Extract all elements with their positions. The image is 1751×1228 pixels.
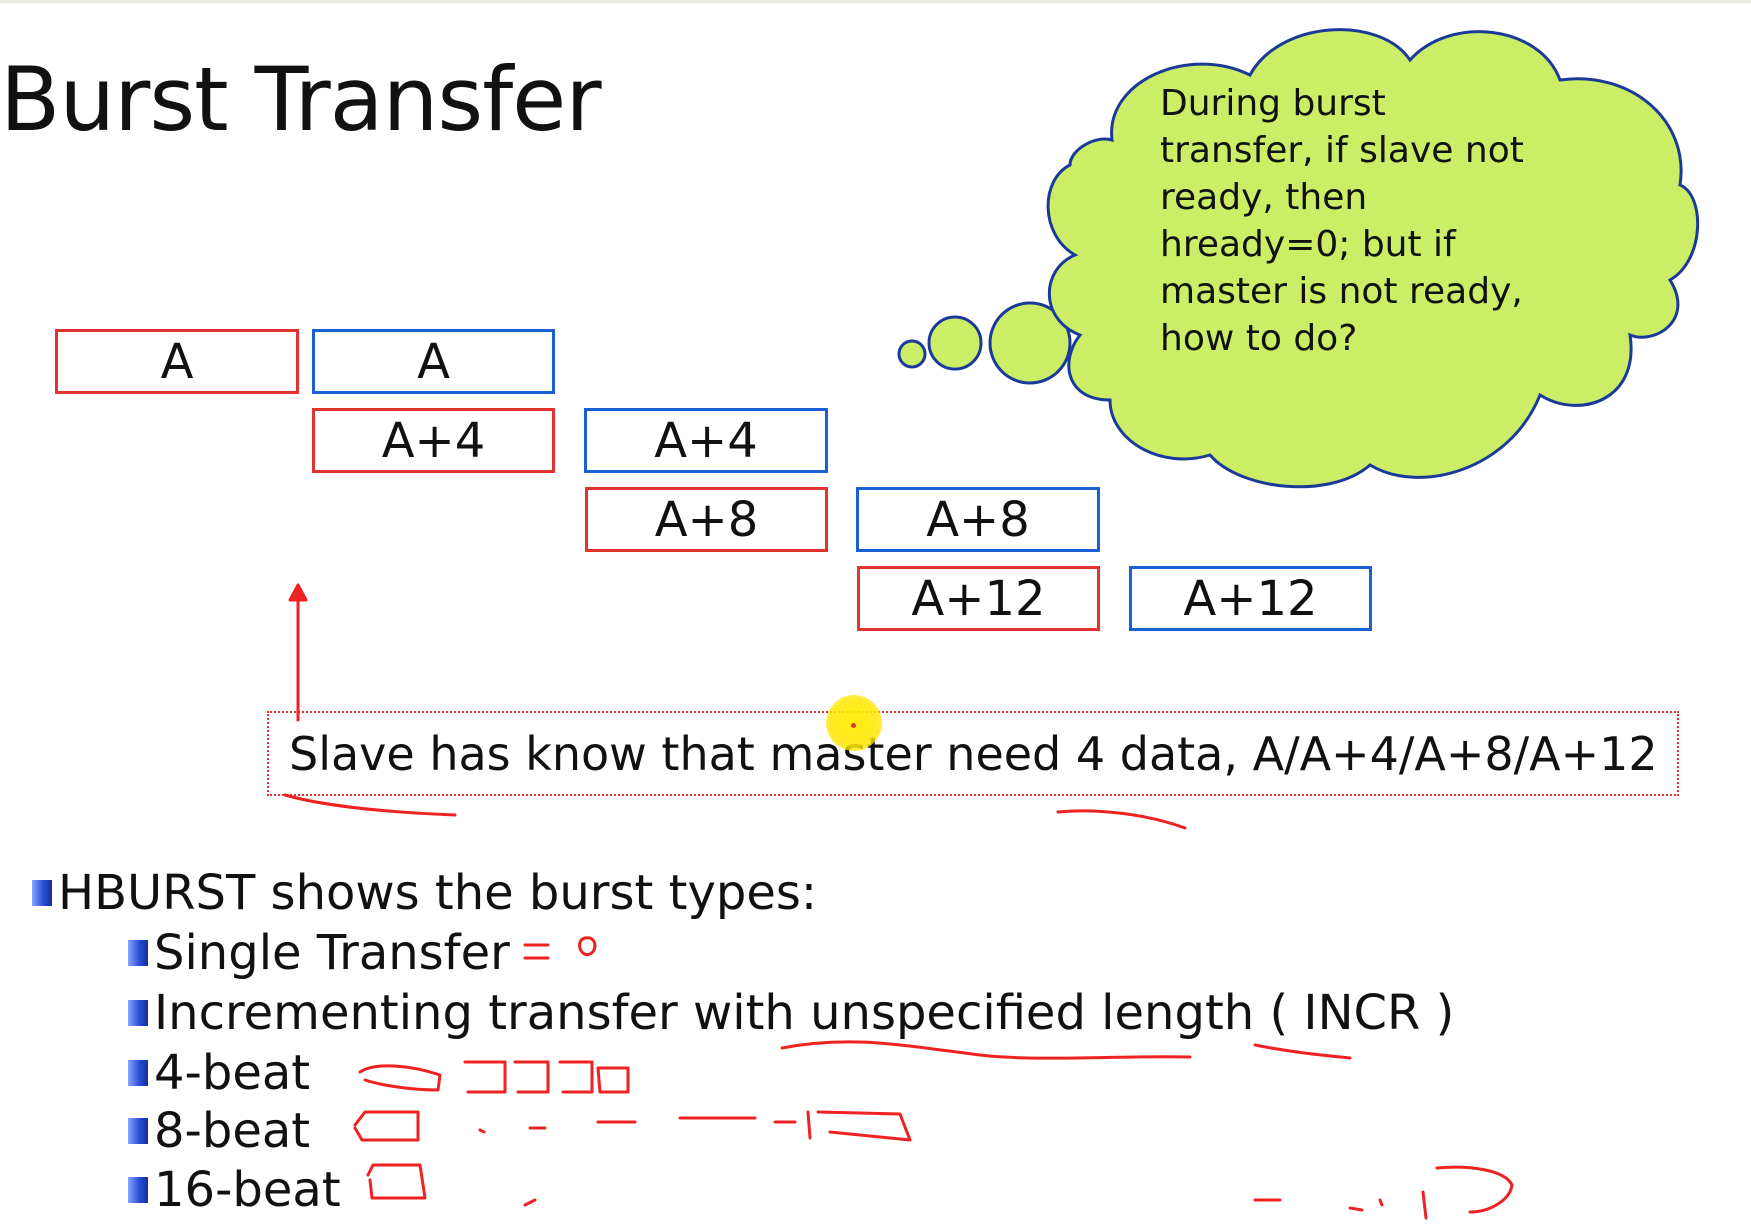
ink-beat-sketch bbox=[558, 1060, 594, 1094]
ink-beat-sketch bbox=[366, 1163, 427, 1200]
ink-arrow-head bbox=[288, 583, 308, 602]
ink-annotations bbox=[283, 583, 1514, 1220]
ink-zero bbox=[578, 936, 597, 957]
ink-beat-sketch bbox=[523, 1198, 537, 1207]
ink-beat-sketch bbox=[773, 1110, 912, 1142]
ink-beat-sketch bbox=[463, 1060, 507, 1094]
ink-beat-sketch bbox=[1421, 1165, 1514, 1220]
ink-underline bbox=[1253, 1043, 1352, 1060]
ink-underline bbox=[283, 793, 457, 817]
ink-underline bbox=[780, 1040, 1192, 1060]
cursor-dot bbox=[851, 723, 856, 728]
ink-beat-sketch bbox=[513, 1060, 550, 1094]
ink-equals bbox=[523, 943, 550, 960]
ink-beat-sketch bbox=[596, 1066, 630, 1094]
ink-beat-sketch bbox=[478, 1128, 486, 1134]
ink-beat-sketch bbox=[358, 1064, 442, 1092]
ink-underline bbox=[1056, 809, 1187, 830]
ink-beat-sketch bbox=[1348, 1198, 1384, 1212]
ink-beat-sketch bbox=[353, 1110, 420, 1142]
